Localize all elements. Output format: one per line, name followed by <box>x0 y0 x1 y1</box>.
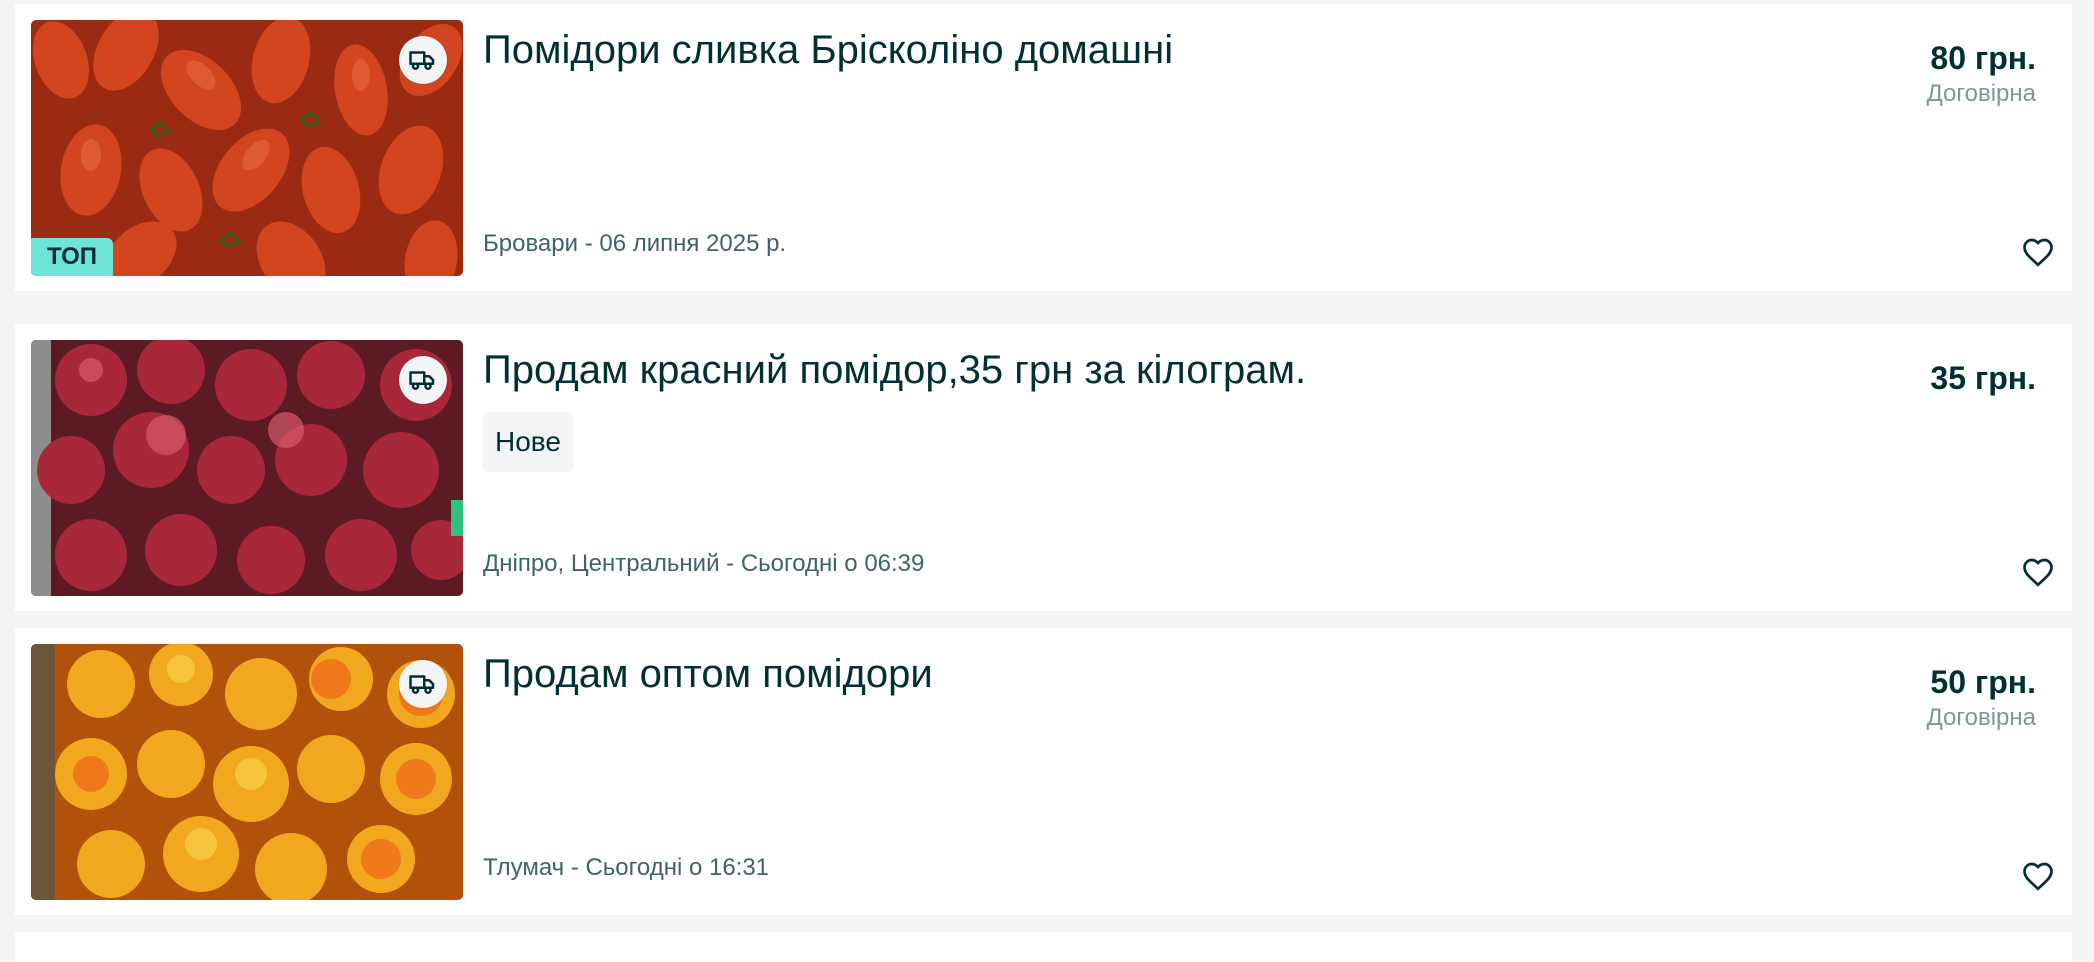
listing-card[interactable]: ТОП Помідори сливка Брісколіно домашні Б… <box>15 4 2072 291</box>
delivery-badge <box>399 36 447 84</box>
listing-photo[interactable]: ТОП <box>31 20 463 276</box>
listing-location-date: Бровари - 06 липня 2025 р. <box>483 230 787 257</box>
truck-icon <box>409 51 435 70</box>
truck-icon <box>409 371 435 390</box>
listing-title[interactable]: Помідори сливка Брісколіно домашні <box>483 28 1173 73</box>
listing-price: 35 грн. <box>1930 360 2036 396</box>
condition-tag: Нове <box>483 412 573 472</box>
heart-icon <box>2023 238 2053 267</box>
price-negotiable-label: Договірна <box>1926 704 2036 731</box>
listing-title[interactable]: Продам красний помідор,35 грн за кілогра… <box>483 348 1306 393</box>
favorite-button[interactable] <box>2018 856 2058 896</box>
heart-icon <box>2023 862 2053 891</box>
delivery-badge <box>399 660 447 708</box>
listing-photo[interactable] <box>31 340 463 596</box>
listing-photo[interactable] <box>31 644 463 900</box>
listing-price: 80 грн. <box>1930 40 2036 76</box>
listing-card[interactable]: Продам оптом помідори Тлумач - Сьогодні … <box>15 628 2072 915</box>
delivery-badge <box>399 356 447 404</box>
listing-card[interactable]: Продам красний помідор,35 грн за кілогра… <box>15 324 2072 611</box>
listing-price: 50 грн. <box>1930 664 2036 700</box>
price-negotiable-label: Договірна <box>1926 80 2036 107</box>
listing-card-partial <box>15 932 2072 962</box>
listing-title[interactable]: Продам оптом помідори <box>483 652 933 697</box>
listing-location-date: Тлумач - Сьогодні о 16:31 <box>483 854 770 881</box>
top-badge: ТОП <box>31 238 113 276</box>
listing-location-date: Дніпро, Центральний - Сьогодні о 06:39 <box>483 550 925 577</box>
favorite-button[interactable] <box>2018 232 2058 272</box>
truck-icon <box>409 675 435 694</box>
favorite-button[interactable] <box>2018 552 2058 592</box>
heart-icon <box>2023 558 2053 587</box>
